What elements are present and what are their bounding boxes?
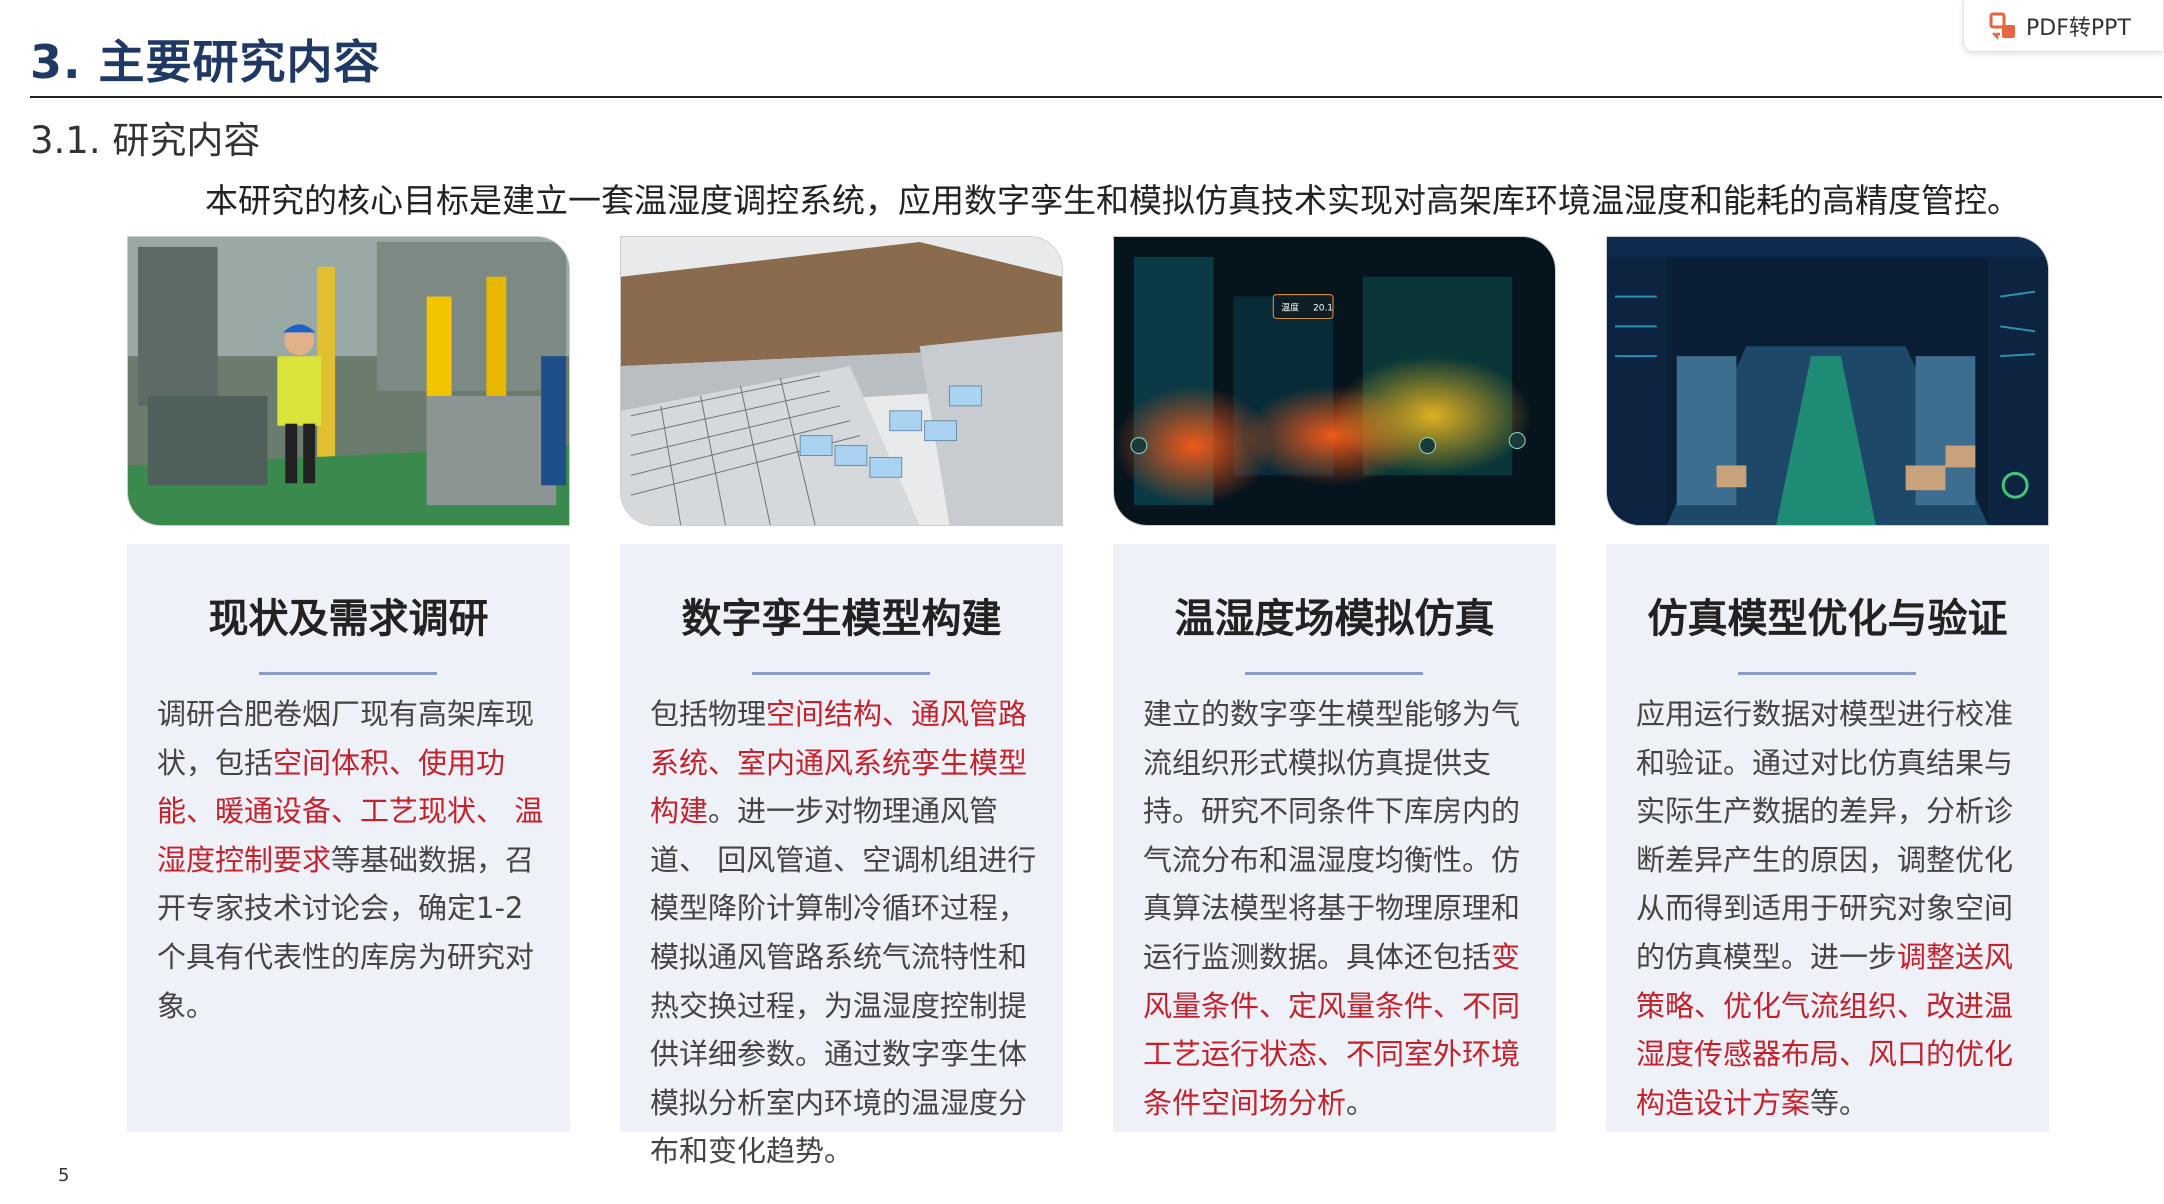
- card-field-simulation: 温湿度场模拟仿真 建立的数字孪生模型能够为气流组织形式模拟仿真提供支持。研究不同…: [1113, 544, 1556, 1132]
- card-title: 温湿度场模拟仿真: [1174, 596, 1495, 642]
- card-divider: [259, 672, 437, 675]
- temperature-label: 温度: [1281, 302, 1299, 314]
- intro-text: 本研究的核心目标是建立一套温湿度调控系统，应用数字孪生和模拟仿真技术实现对高架库…: [205, 181, 2020, 220]
- temperature-readout: 20.1: [1313, 303, 1333, 313]
- card-text-segment: 等。: [1810, 1085, 1869, 1120]
- card-body: 调研合肥卷烟厂现有高架库现状，包括空间体积、使用功能、暖通设备、工艺现状、 温湿…: [157, 690, 552, 1030]
- card-body: 应用运行数据对模型进行校准和验证。通过对比仿真结果与实际生产数据的差异，分析诊断…: [1636, 690, 2031, 1127]
- pdf-to-ppt-badge[interactable]: PDF转PPT: [1963, 0, 2164, 52]
- card-text-segment: 应用运行数据对模型进行校准和验证。通过对比仿真结果与实际生产数据的差异，分析诊断…: [1636, 697, 2014, 974]
- page-title: 3. 主要研究内容: [30, 35, 381, 89]
- card-title: 仿真模型优化与验证: [1647, 596, 2008, 642]
- card-text-segment: 包括物理: [650, 697, 767, 731]
- badge-label: PDF转PPT: [2026, 15, 2131, 41]
- card-divider: [1245, 672, 1423, 675]
- factory-photo: [127, 236, 570, 526]
- title-divider: [30, 96, 2162, 98]
- card-status-research: 现状及需求调研 调研合肥卷烟厂现有高架库现状，包括空间体积、使用功能、暖通设备、…: [127, 544, 570, 1132]
- card-divider: [1738, 672, 1916, 675]
- card-title: 现状及需求调研: [208, 596, 489, 642]
- card-title: 数字孪生模型构建: [681, 596, 1002, 642]
- card-body: 包括物理空间结构、通风管路系统、室内通风系统孪生模型构建。进一步对物理通风管道、…: [650, 690, 1045, 1176]
- card-text-segment: 建立的数字孪生模型能够为气流组织形式模拟仿真提供支持。研究不同条件下库房内的气流…: [1143, 697, 1521, 974]
- card-digital-twin-model: 数字孪生模型构建 包括物理空间结构、通风管路系统、室内通风系统孪生模型构建。进一…: [620, 544, 1063, 1168]
- card-text-segment: 。: [1346, 1085, 1376, 1120]
- card-text-segment: 。进一步对物理通风管道、 回风管道、空调机组进行模型降阶计算制冷循环过程，模拟通…: [650, 794, 1037, 1169]
- warehouse-model-image: [620, 236, 1063, 526]
- temperature-simulation-image: 温度 20.1: [1113, 236, 1556, 526]
- card-divider: [752, 672, 930, 675]
- digital-twin-platform-image: [1606, 236, 2049, 526]
- page-number: 5: [58, 1165, 70, 1186]
- card-model-optimization: 仿真模型优化与验证 应用运行数据对模型进行校准和验证。通过对比仿真结果与实际生产…: [1606, 544, 2049, 1132]
- section-subtitle: 3.1. 研究内容: [30, 119, 261, 162]
- card-body: 建立的数字孪生模型能够为气流组织形式模拟仿真提供支持。研究不同条件下库房内的气流…: [1143, 690, 1538, 1127]
- convert-icon: [1989, 12, 2015, 40]
